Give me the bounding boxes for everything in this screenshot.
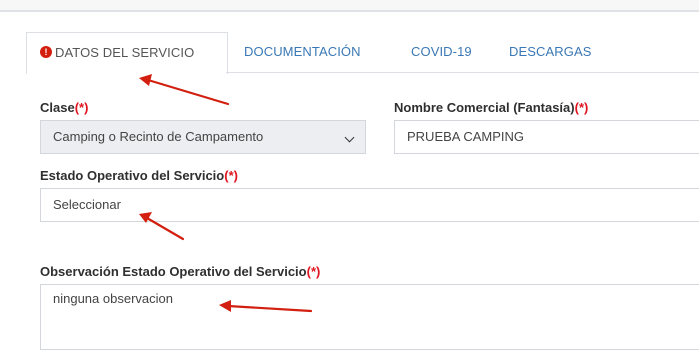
tab-descargas[interactable]: DESCARGAS (509, 32, 592, 72)
tab-covid-19[interactable]: COVID-19 (411, 32, 472, 72)
top-divider (0, 0, 699, 12)
observacion-textarea[interactable]: ninguna observacion (40, 284, 699, 350)
required-mark: (*) (224, 168, 238, 183)
nombre-comercial-label: Nombre Comercial (Fantasía)(*) (394, 100, 589, 115)
clase-label: Clase(*) (40, 100, 89, 115)
tab-datos-del-servicio[interactable]: ! DATOS DEL SERVICIO (26, 32, 228, 74)
estado-operativo-label: Estado Operativo del Servicio(*) (40, 168, 238, 183)
nombre-comercial-input[interactable]: PRUEBA CAMPING (394, 120, 699, 154)
estado-operativo-select[interactable]: Seleccionar (40, 188, 699, 222)
tab-documentacion[interactable]: DOCUMENTACIÓN (244, 32, 361, 72)
error-icon: ! (40, 46, 52, 58)
chevron-down-icon (344, 132, 355, 143)
annotation-arrow-tab (139, 74, 230, 106)
observacion-label: Observación Estado Operativo del Servici… (40, 264, 321, 279)
clase-select-value: Camping o Recinto de Campamento (53, 129, 264, 144)
required-mark: (*) (74, 100, 89, 115)
tab-label: DATOS DEL SERVICIO (55, 45, 195, 60)
tab-underline (226, 72, 699, 73)
clase-select[interactable]: Camping o Recinto de Campamento (40, 120, 366, 154)
required-mark: (*) (574, 100, 589, 115)
required-mark: (*) (306, 264, 321, 279)
